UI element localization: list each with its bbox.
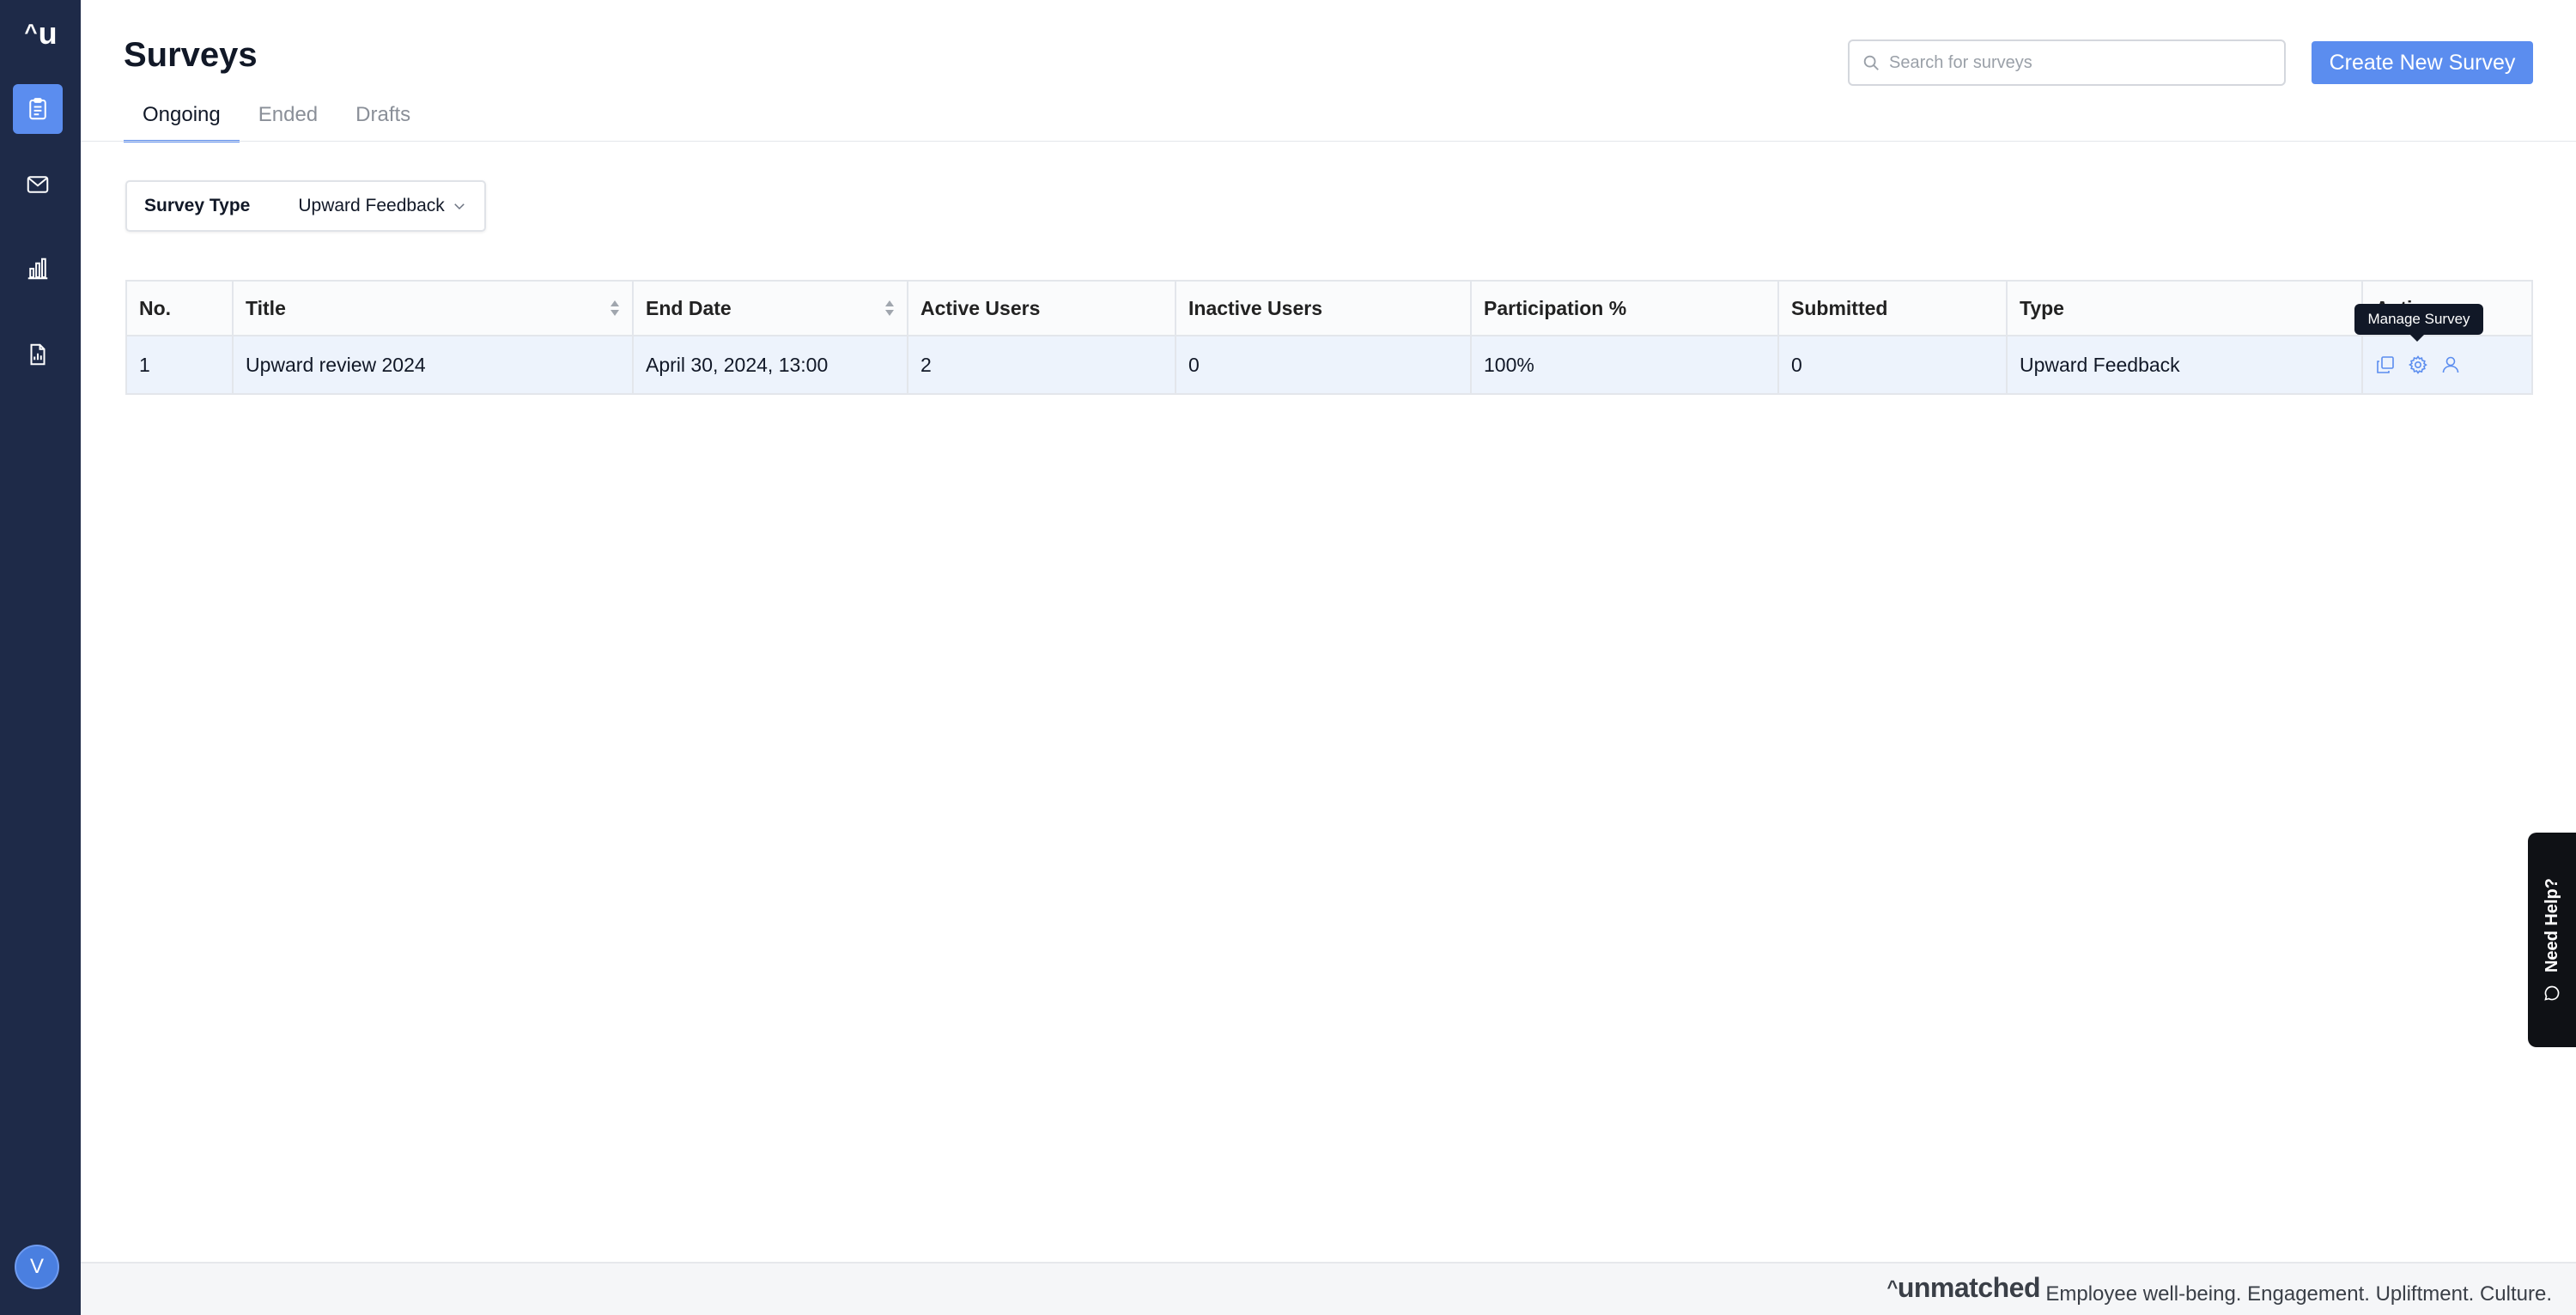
cell-active-users: 2 xyxy=(908,336,1176,393)
sidebar-item-surveys[interactable] xyxy=(13,84,63,134)
cell-submitted: 0 xyxy=(1779,336,2008,393)
sidebar: ^u V xyxy=(0,0,81,1315)
sidebar-item-reports[interactable] xyxy=(13,330,63,379)
column-header-type: Type xyxy=(2008,282,2363,335)
surveys-table: No. Title End Date Active Users Inactive… xyxy=(125,280,2533,395)
sort-icon[interactable] xyxy=(610,299,620,318)
bar-chart-icon xyxy=(27,258,48,280)
cell-inactive-users: 0 xyxy=(1176,336,1472,393)
search-icon xyxy=(1863,55,1879,70)
search-input[interactable] xyxy=(1889,52,2267,73)
column-header-end-date[interactable]: End Date xyxy=(634,282,908,335)
sidebar-item-messages[interactable] xyxy=(13,160,63,209)
footer-brand-logo: ^unmatched xyxy=(1886,1272,2040,1303)
copy-icon[interactable] xyxy=(2375,355,2396,375)
column-header-active-users: Active Users xyxy=(908,282,1176,335)
cell-actions xyxy=(2363,336,2531,393)
header-divider xyxy=(81,141,2576,142)
create-new-survey-button[interactable]: Create New Survey xyxy=(2312,41,2533,84)
tab-drafts[interactable]: Drafts xyxy=(337,100,429,141)
need-help-label: Need Help? xyxy=(2542,877,2561,973)
app-logo[interactable]: ^u xyxy=(0,15,81,51)
user-icon[interactable] xyxy=(2440,355,2461,375)
page-title: Surveys xyxy=(124,36,258,74)
report-icon xyxy=(30,343,46,366)
clipboard-icon xyxy=(29,98,46,120)
gear-icon[interactable] xyxy=(2408,355,2428,375)
filter-selected-value: Upward Feedback xyxy=(298,196,445,215)
survey-type-filter[interactable]: Survey Type Upward Feedback xyxy=(125,180,486,232)
column-header-participation: Participation % xyxy=(1472,282,1779,335)
survey-tabs: Ongoing Ended Drafts xyxy=(124,100,429,142)
footer: ^unmatched Employee well-being. Engageme… xyxy=(81,1262,2576,1315)
column-header-no: No. xyxy=(127,282,234,335)
search-box xyxy=(1848,39,2286,86)
cell-title: Upward review 2024 xyxy=(234,336,634,393)
need-help-button[interactable]: Need Help? xyxy=(2528,833,2576,1047)
cell-participation: 100% xyxy=(1472,336,1779,393)
cell-type: Upward Feedback xyxy=(2008,336,2363,393)
column-header-title[interactable]: Title xyxy=(234,282,634,335)
table-row[interactable]: 1 Upward review 2024 April 30, 2024, 13:… xyxy=(127,336,2531,393)
footer-tagline: Employee well-being. Engagement. Upliftm… xyxy=(2045,1282,2552,1306)
sidebar-item-analytics[interactable] xyxy=(13,244,63,294)
tab-ended[interactable]: Ended xyxy=(240,100,337,141)
mail-icon xyxy=(27,176,49,193)
filter-label: Survey Type xyxy=(144,196,251,215)
column-header-submitted: Submitted xyxy=(1779,282,2008,335)
tab-ongoing[interactable]: Ongoing xyxy=(124,100,240,142)
avatar[interactable]: V xyxy=(15,1245,59,1289)
column-header-inactive-users: Inactive Users xyxy=(1176,282,1472,335)
cell-end-date: April 30, 2024, 13:00 xyxy=(634,336,908,393)
table-header-row: No. Title End Date Active Users Inactive… xyxy=(127,282,2531,336)
chat-bubble-icon xyxy=(2544,985,2560,1001)
sort-icon[interactable] xyxy=(884,299,895,318)
manage-survey-tooltip: Manage Survey xyxy=(2354,304,2483,342)
cell-no: 1 xyxy=(127,336,234,393)
chevron-down-icon xyxy=(453,203,465,210)
